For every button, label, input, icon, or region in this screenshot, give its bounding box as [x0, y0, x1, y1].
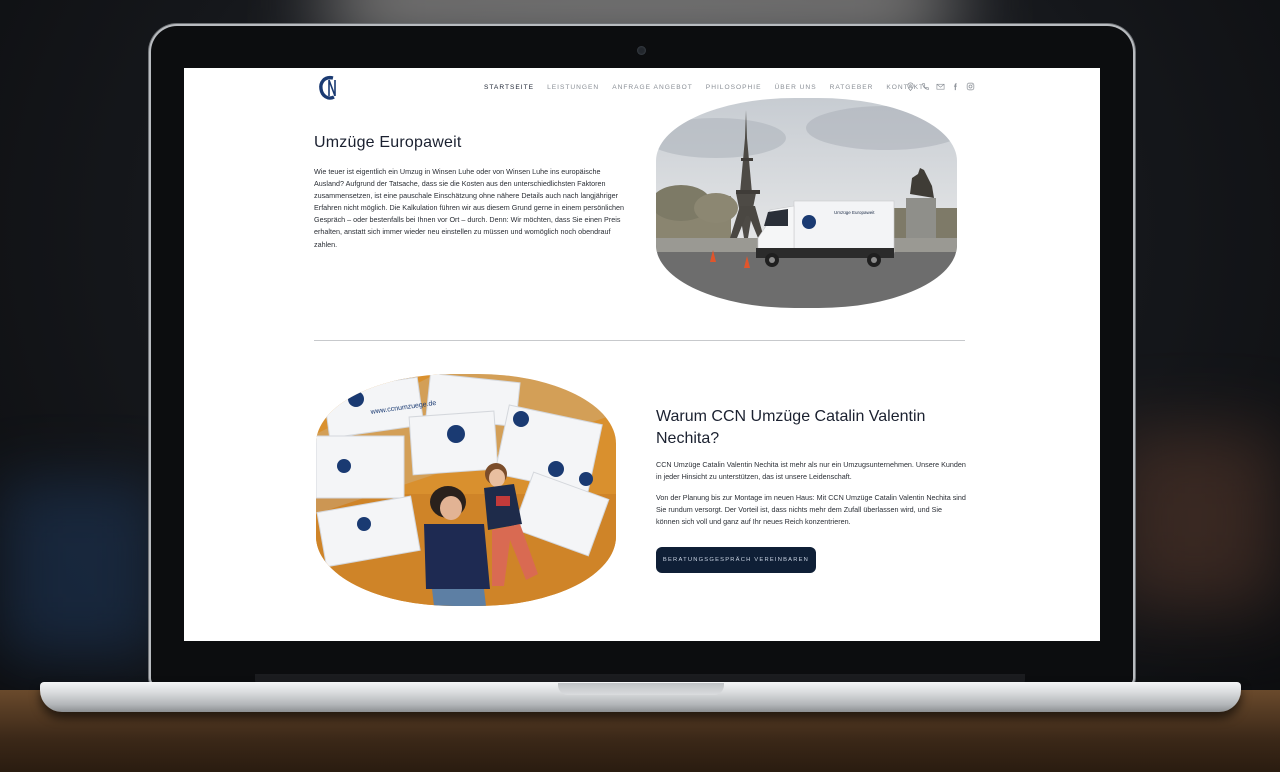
header-icons — [906, 82, 975, 91]
section-text-europaweit: Wie teuer ist eigentlich ein Umzug in Wi… — [314, 167, 625, 249]
nav-item-ueber-uns[interactable]: ÜBER UNS — [775, 84, 817, 91]
nav-item-leistungen[interactable]: LEISTUNGEN — [547, 84, 599, 91]
family-with-moving-boxes-image: www.ccnumzuege.de — [316, 374, 616, 606]
background-blur-left — [0, 480, 160, 660]
section-text-warum-ccn-1: CCN Umzüge Catalin Valentin Nechita ist … — [656, 460, 966, 482]
nav-item-anfrage-angebot[interactable]: ANFRAGE ANGEBOT — [612, 84, 693, 91]
facebook-icon[interactable] — [951, 82, 960, 91]
mail-icon[interactable] — [936, 82, 945, 91]
instagram-icon[interactable] — [966, 82, 975, 91]
paris-moving-truck-image: Umzüge Europaweit — [656, 98, 957, 308]
site-logo[interactable] — [318, 74, 340, 102]
nav-item-philosophie[interactable]: PHILOSOPHIE — [706, 84, 762, 91]
section-divider — [314, 340, 965, 341]
section-title-warum-ccn: Warum CCN Umzüge Catalin Valentin Nechit… — [656, 408, 926, 447]
section-title-europaweit: Umzüge Europaweit — [314, 134, 462, 151]
phone-icon[interactable] — [921, 82, 930, 91]
nav-item-ratgeber[interactable]: RATGEBER — [830, 84, 874, 91]
location-icon[interactable] — [906, 82, 915, 91]
background-blur-right — [1110, 430, 1280, 610]
webcam — [637, 46, 646, 55]
truck-caption: Umzüge Europaweit — [834, 210, 875, 215]
website-screen: STARTSEITE LEISTUNGEN ANFRAGE ANGEBOT PH… — [184, 68, 1100, 641]
beratungsgespraech-button[interactable]: BERATUNGSGESPRÄCH VEREINBAREN — [656, 547, 816, 573]
nav-item-startseite[interactable]: STARTSEITE — [484, 84, 534, 91]
main-nav: STARTSEITE LEISTUNGEN ANFRAGE ANGEBOT PH… — [484, 84, 924, 91]
laptop-notch — [558, 683, 724, 695]
section-text-warum-ccn-2: Von der Planung bis zur Montage im neuen… — [656, 493, 966, 527]
